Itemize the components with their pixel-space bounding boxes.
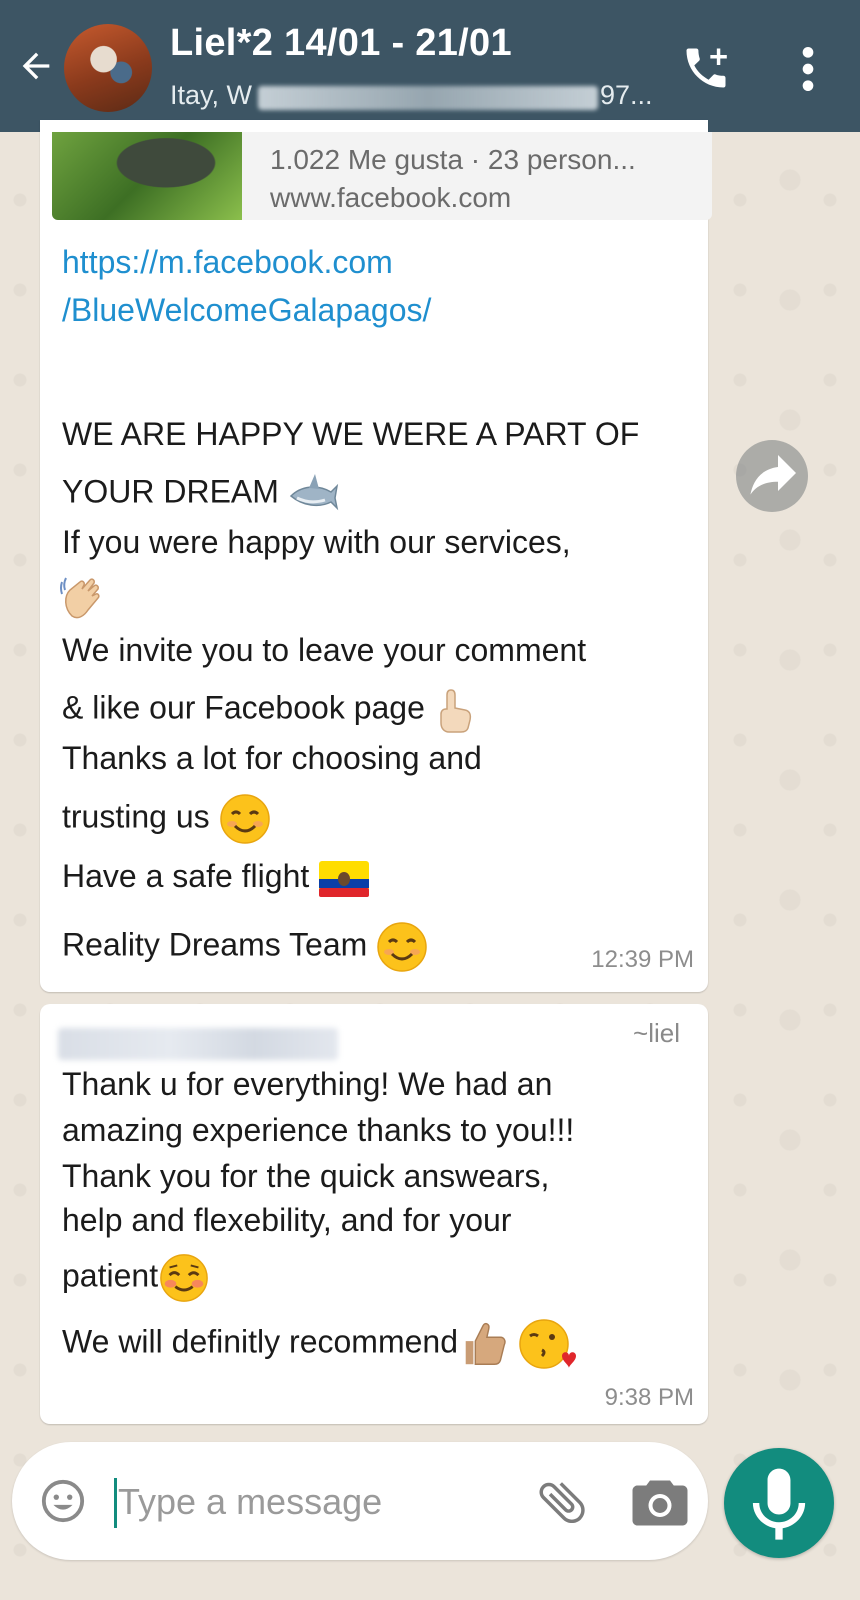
redacted-participants (258, 86, 598, 110)
chat-header: Liel*2 14/01 - 21/01 Itay, W 97... (0, 0, 860, 132)
message-text-line: patient (62, 1252, 210, 1304)
waving-hand-emoji-icon (60, 577, 100, 619)
link-preview[interactable]: 1.022 Me gusta · 23 person... www.facebo… (52, 132, 712, 220)
shark-emoji-icon (289, 474, 339, 511)
message-text: trusting us (62, 798, 210, 835)
message-text: patient (62, 1257, 159, 1294)
message-text: WE ARE HAPPY WE WERE A PART OF (62, 416, 640, 452)
sender-name[interactable]: ~liel (633, 1018, 680, 1049)
forward-button[interactable] (736, 440, 808, 512)
pointing-up-emoji-icon (440, 689, 471, 733)
participants-start: Itay, W (170, 80, 253, 110)
message-text: amazing experience thanks to you!!! (62, 1112, 575, 1148)
message-text: YOUR DREAM (62, 473, 279, 510)
link-line: https://m.facebook.com (62, 244, 393, 280)
camera-icon[interactable] (630, 1478, 690, 1528)
back-arrow-icon[interactable] (16, 46, 56, 86)
link-line: /BlueWelcomeGalapagos/ (62, 292, 432, 328)
message-text-line: trusting us (62, 792, 272, 846)
message-text-line: Have a safe flight (62, 858, 371, 899)
message-text: We invite you to leave your comment (62, 632, 587, 668)
preview-likes: 1.022 Me gusta · 23 person... (270, 144, 636, 175)
message-text: Thank u for everything! We had an (62, 1066, 553, 1102)
message-text-line: YOUR DREAM (62, 470, 339, 518)
message-bubble[interactable]: ~liel Thank u for everything! We had an … (40, 1004, 708, 1424)
paperclip-icon[interactable] (534, 1474, 590, 1530)
emoji-icon[interactable] (40, 1478, 86, 1524)
preview-domain: www.facebook.com (270, 182, 512, 213)
message-text: & like our Facebook page (62, 689, 425, 726)
message-composer (12, 1442, 708, 1560)
mic-icon (752, 1468, 806, 1540)
preview-image (52, 132, 242, 220)
message-text-line: Reality Dreams Team (62, 920, 429, 974)
message-time: 9:38 PM (604, 1384, 694, 1411)
message-text: We will definitly recommend (62, 1323, 458, 1360)
message-time: 12:39 PM (591, 946, 694, 973)
participants-end: 97... (600, 80, 653, 110)
thumbs-up-emoji-icon (465, 1322, 506, 1365)
message-input[interactable] (116, 1472, 520, 1532)
smiling-face-emoji-icon (377, 922, 428, 972)
message-text: Have a safe flight (62, 858, 310, 894)
message-link[interactable]: https://m.facebook.com /BlueWelcomeGalap… (62, 238, 431, 334)
more-vert-icon[interactable] (790, 44, 826, 94)
message-text: Thanks a lot for choosing and (62, 740, 482, 776)
forward-icon (750, 455, 796, 495)
group-avatar[interactable] (64, 24, 152, 112)
face-blowing-kiss-emoji-icon (519, 1319, 576, 1369)
message-text: Thank you for the quick answears, (62, 1158, 550, 1194)
message-text-line: We will definitly recommend (62, 1316, 576, 1372)
ecuador-flag-emoji-icon (319, 860, 370, 897)
message-text: Reality Dreams Team (62, 926, 368, 963)
redacted-phone-number (58, 1028, 338, 1060)
message-text: help and flexebility, and for your (62, 1202, 512, 1238)
add-call-icon[interactable] (680, 42, 732, 94)
message-text-line: & like our Facebook page (62, 686, 477, 734)
mic-button[interactable] (724, 1448, 834, 1558)
smiling-face-emoji-icon (219, 794, 270, 844)
message-bubble[interactable]: 1.022 Me gusta · 23 person... www.facebo… (40, 120, 712, 992)
chat-title[interactable]: Liel*2 14/01 - 21/01 (170, 22, 512, 65)
blushing-face-emoji-icon (160, 1254, 208, 1302)
message-text: If you were happy with our services, (62, 524, 571, 560)
